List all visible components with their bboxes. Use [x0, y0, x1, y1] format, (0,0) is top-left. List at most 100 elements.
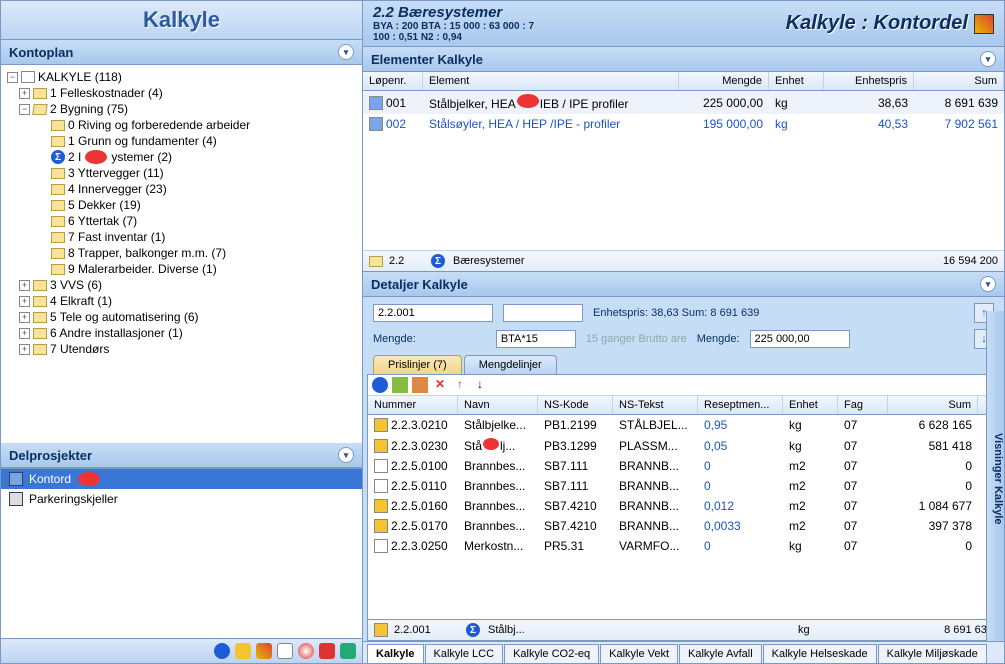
chevron-down-icon[interactable]: ▾	[980, 51, 996, 67]
delete-icon[interactable]: ✕	[432, 377, 448, 393]
col-mengde[interactable]: Mengde	[679, 72, 769, 90]
tree-item[interactable]: 9 Malerarbeider. Diverse (1)	[3, 261, 360, 277]
col-enhetspris[interactable]: Enhetspris	[824, 72, 914, 90]
elements-grid[interactable]: 001Stålbjelker, HEAIEB / IPE profiler225…	[363, 91, 1004, 250]
tree-item[interactable]: +7 Utendørs	[3, 341, 360, 357]
bottom-tab[interactable]: Kalkyle Vekt	[600, 644, 678, 663]
tree-item[interactable]: 6 Yttertak (7)	[3, 213, 360, 229]
chevron-down-icon[interactable]: ▾	[338, 44, 354, 60]
bottom-tab[interactable]: Kalkyle Miljøskade	[878, 644, 987, 663]
price-grid: ✕ ↑ ↓ Nummer Navn NS-Kode NS-Tekst Resep…	[367, 374, 1000, 620]
table-row[interactable]: 001Stålbjelker, HEAIEB / IPE profiler225…	[363, 91, 1004, 114]
tree-item[interactable]: +6 Andre installasjoner (1)	[3, 325, 360, 341]
bottom-tab[interactable]: Kalkyle CO2-eq	[504, 644, 599, 663]
table-row[interactable]: 2.2.3.0210Stålbjelke...PB1.2199STÅLBJEL.…	[368, 415, 999, 435]
chevron-down-icon[interactable]: ▾	[338, 447, 354, 463]
tree-item[interactable]: 5 Dekker (19)	[3, 197, 360, 213]
bottom-tabs: KalkyleKalkyle LCCKalkyle CO2-eqKalkyle …	[363, 641, 1004, 663]
tree-item-selected[interactable]: Σ2 Iystemer (2)	[3, 149, 360, 165]
folder-icon	[33, 328, 47, 339]
table-row[interactable]: 2.2.3.0230Stålj...PB3.1299PLASSM...0,05k…	[368, 435, 999, 456]
tree-item[interactable]: +1 Felleskostnader (4)	[3, 85, 360, 101]
table-row[interactable]: 002Stålsøyler, HEA / HEP /IPE - profiler…	[363, 114, 1004, 134]
tree-item[interactable]: 3 Yttervegger (11)	[3, 165, 360, 181]
col-resept[interactable]: Reseptmen...	[698, 396, 783, 414]
kontoplan-header[interactable]: Kontoplan ▾	[1, 40, 362, 65]
col-nskode[interactable]: NS-Kode	[538, 396, 613, 414]
expand-icon[interactable]: +	[19, 88, 30, 99]
tab-mengdelinjer[interactable]: Mengdelinjer	[464, 355, 557, 374]
table-row[interactable]: 2.2.5.0110Brannbes...SB7.111BRANNB...0m2…	[368, 476, 999, 496]
mengde-input[interactable]	[750, 330, 850, 348]
tree-item[interactable]: +5 Tele og automatisering (6)	[3, 309, 360, 325]
bottom-tab[interactable]: Kalkyle LCC	[425, 644, 504, 663]
col-sum[interactable]: Sum	[888, 396, 978, 414]
bottom-tab[interactable]: Kalkyle Helseskade	[763, 644, 877, 663]
refresh-icon[interactable]	[340, 643, 356, 659]
grid-icon[interactable]	[235, 643, 251, 659]
lifebuoy-icon[interactable]	[298, 643, 314, 659]
tree-item[interactable]: −2 Bygning (75)	[3, 101, 360, 117]
price-rows[interactable]: 2.2.3.0210Stålbjelke...PB1.2199STÅLBJEL.…	[368, 415, 999, 619]
tree-item[interactable]: +4 Elkraft (1)	[3, 293, 360, 309]
visninger-strip[interactable]: Visninger Kalkyle	[986, 311, 1004, 641]
add-icon[interactable]	[392, 377, 408, 393]
tree-root[interactable]: −KALKYLE (118)	[3, 69, 360, 85]
bottom-tab[interactable]: Kalkyle	[367, 644, 424, 663]
tree-item[interactable]: 4 Innervegger (23)	[3, 181, 360, 197]
col-navn[interactable]: Navn	[458, 396, 538, 414]
expand-icon[interactable]: +	[19, 328, 30, 339]
layers-icon[interactable]	[277, 643, 293, 659]
collapse-icon[interactable]: −	[7, 72, 18, 83]
col-lopenr[interactable]: Løpenr.	[363, 72, 423, 90]
formula-input[interactable]	[496, 330, 576, 348]
bottom-tab[interactable]: Kalkyle Avfall	[679, 644, 762, 663]
account-tree[interactable]: −KALKYLE (118) +1 Felleskostnader (4) −2…	[1, 65, 362, 443]
expand-icon[interactable]: +	[19, 296, 30, 307]
expand-icon[interactable]: +	[19, 280, 30, 291]
col-element[interactable]: Element	[423, 72, 679, 90]
table-row[interactable]: 2.2.5.0160Brannbes...SB7.4210BRANNB...0,…	[368, 496, 999, 516]
table-row[interactable]: 2.2.5.0100Brannbes...SB7.111BRANNB...0m2…	[368, 456, 999, 476]
cube-icon[interactable]	[974, 14, 994, 34]
subproject-item[interactable]: Parkeringskjeller	[1, 489, 362, 509]
col-enhet[interactable]: Enhet	[769, 72, 824, 90]
arrow-up-icon[interactable]: ↑	[452, 377, 468, 393]
sigma-icon[interactable]	[214, 643, 230, 659]
col-sum[interactable]: Sum	[914, 72, 1004, 90]
folder-icon	[51, 232, 65, 243]
table-row[interactable]: 2.2.3.0250Merkostn...PR5.31VARMFO...0kg0…	[368, 536, 999, 556]
edit-icon[interactable]	[412, 377, 428, 393]
col-fag[interactable]: Fag	[838, 396, 888, 414]
delprosjekter-header[interactable]: Delprosjekter ▾	[1, 443, 362, 468]
col-nstekst[interactable]: NS-Tekst	[613, 396, 698, 414]
expand-icon[interactable]: +	[19, 312, 30, 323]
tree-item[interactable]: 7 Fast inventar (1)	[3, 229, 360, 245]
tree-item[interactable]: 8 Trapper, balkonger m.m. (7)	[3, 245, 360, 261]
elements-header[interactable]: Elementer Kalkyle ▾	[363, 47, 1004, 72]
details-header[interactable]: Detaljer Kalkyle ▾	[363, 272, 1004, 297]
breadcrumb: 2.2 Bæresystemer BYA : 200 BTA : 15 000 …	[373, 4, 534, 43]
folder-icon	[51, 200, 65, 211]
col-nummer[interactable]: Nummer	[368, 396, 458, 414]
tree-item[interactable]: +3 VVS (6)	[3, 277, 360, 293]
arrow-down-icon[interactable]: ↓	[472, 377, 488, 393]
collapse-icon[interactable]: −	[19, 104, 30, 115]
tree-item[interactable]: 1 Grunn og fundamenter (4)	[3, 133, 360, 149]
info-icon[interactable]	[372, 377, 388, 393]
tree-item[interactable]: 0 Riving og forberedende arbeider	[3, 117, 360, 133]
close-icon[interactable]	[319, 643, 335, 659]
cube-icon[interactable]	[256, 643, 272, 659]
price-toolbar: ✕ ↑ ↓	[368, 375, 999, 396]
code-input[interactable]	[373, 304, 493, 322]
table-row[interactable]: 2.2.5.0170Brannbes...SB7.4210BRANNB...0,…	[368, 516, 999, 536]
col-enhet[interactable]: Enhet	[783, 396, 838, 414]
chevron-down-icon[interactable]: ▾	[980, 276, 996, 292]
expand-icon[interactable]: +	[19, 344, 30, 355]
subprojects-list[interactable]: Kontord Parkeringskjeller	[1, 468, 362, 638]
subproject-item-selected[interactable]: Kontord	[1, 469, 362, 489]
folder-icon	[51, 264, 65, 275]
row-icon	[374, 499, 388, 513]
blank-input[interactable]	[503, 304, 583, 322]
tab-prislinjer[interactable]: Prislinjer (7)	[373, 355, 462, 374]
